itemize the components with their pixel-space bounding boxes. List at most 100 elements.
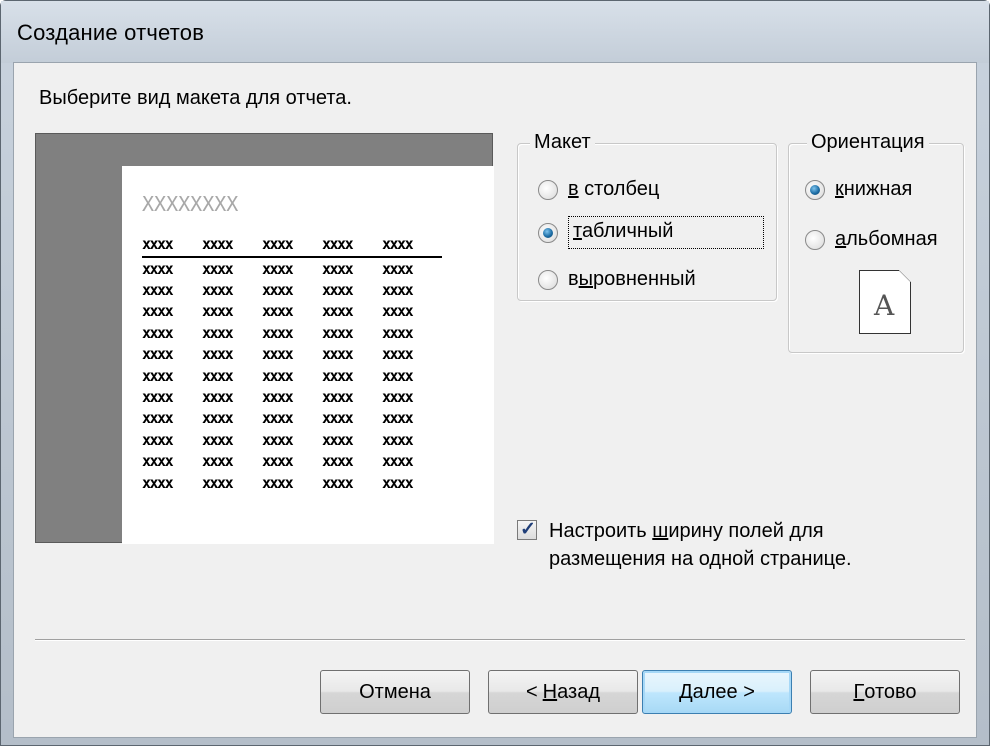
- preview-cell: xxxx: [322, 259, 354, 278]
- preview-row: xxxx xxxx xxxx xxxx xxxx: [142, 279, 442, 300]
- preview-cell: xxxx: [142, 323, 174, 342]
- radio-tabular[interactable]: табличный: [538, 216, 765, 249]
- preview-header-cell: xxxx: [262, 235, 294, 253]
- report-wizard-window: Создание отчетов Выберите вид макета для…: [0, 0, 990, 746]
- preview-cell: xxxx: [142, 452, 174, 471]
- preview-cell: xxxx: [382, 345, 414, 364]
- preview-cell: xxxx: [262, 473, 294, 492]
- fit-width-checkbox-row[interactable]: ✓ Настроить ширину полей для размещения …: [517, 517, 909, 573]
- radio-button-selected[interactable]: [538, 222, 558, 243]
- preview-cell: xxxx: [322, 281, 354, 300]
- preview-cell: xxxx: [322, 430, 354, 449]
- window-title: Создание отчетов: [17, 20, 205, 45]
- radio-justified[interactable]: выровненный: [538, 268, 696, 291]
- preview-cell: xxxx: [382, 281, 414, 300]
- fit-width-checkbox[interactable]: ✓: [517, 519, 537, 540]
- preview-page: XXXXXXXX xxxx xxxx xxxx xxxx xxxx xxxx xxxx xx…: [122, 166, 494, 544]
- preview-cell: xxxx: [322, 366, 354, 385]
- finish-button[interactable]: Готово: [810, 670, 960, 714]
- radio-landscape[interactable]: альбомная: [805, 228, 938, 251]
- preview-cell: xxxx: [322, 323, 354, 342]
- portrait-page-icon: A: [859, 270, 911, 334]
- preview-cell: xxxx: [142, 345, 174, 364]
- radio-portrait[interactable]: книжная: [805, 178, 912, 201]
- preview-cell: xxxx: [202, 473, 234, 492]
- next-button[interactable]: Далее >: [642, 670, 792, 714]
- preview-row: xxxx xxxx xxxx xxxx xxxx: [142, 301, 442, 322]
- preview-cell: xxxx: [262, 323, 294, 342]
- layout-groupbox: Макет в столбец табличный выровненный: [517, 131, 777, 301]
- preview-cell: xxxx: [202, 430, 234, 449]
- orientation-groupbox: Ориентация книжная альбомная A: [788, 131, 964, 353]
- preview-cell: xxxx: [382, 302, 414, 321]
- preview-cell: xxxx: [202, 281, 234, 300]
- preview-cell: xxxx: [382, 259, 414, 278]
- preview-header-cell: xxxx: [322, 235, 354, 253]
- preview-cell: xxxx: [262, 366, 294, 385]
- preview-cell: xxxx: [262, 388, 294, 407]
- radio-button-selected[interactable]: [805, 179, 825, 200]
- radio-label-portrait: книжная: [835, 178, 913, 200]
- preview-row: xxxx xxxx xxxx xxxx xxxx: [142, 386, 442, 407]
- radio-label-landscape: альбомная: [835, 228, 938, 250]
- preview-cell: xxxx: [142, 302, 174, 321]
- preview-cell: xxxx: [382, 409, 414, 428]
- preview-cell: xxxx: [142, 259, 174, 278]
- preview-row: xxxx xxxx xxxx xxxx xxxx: [142, 451, 442, 472]
- preview-header-cell: xxxx: [142, 235, 174, 253]
- preview-title-placeholder: XXXXXXXX: [142, 192, 239, 216]
- preview-cell: xxxx: [142, 281, 174, 300]
- dialog-body: Выберите вид макета для отчета. XXXXXXXX…: [13, 62, 977, 738]
- preview-cell: xxxx: [202, 452, 234, 471]
- preview-cell: xxxx: [322, 409, 354, 428]
- preview-cell: xxxx: [142, 473, 174, 492]
- preview-header-cell: xxxx: [382, 235, 414, 253]
- preview-cell: xxxx: [322, 345, 354, 364]
- radio-label-columnar: в столбец: [568, 178, 660, 200]
- preview-cell: xxxx: [202, 409, 234, 428]
- preview-table: xxxx xxxx xxxx xxxx xxxx xxxx xxxx xxxx xxxx xxx…: [142, 234, 442, 493]
- instruction-text: Выберите вид макета для отчета.: [39, 87, 352, 109]
- preview-header-cell: xxxx: [202, 235, 234, 253]
- radio-label-justified: выровненный: [568, 268, 696, 290]
- layout-preview: XXXXXXXX xxxx xxxx xxxx xxxx xxxx xxxx xxxx xx…: [35, 133, 494, 544]
- preview-cell: xxxx: [202, 259, 234, 278]
- preview-row: xxxx xxxx xxxx xxxx xxxx: [142, 365, 442, 386]
- radio-columnar[interactable]: в столбец: [538, 178, 659, 201]
- preview-cell: xxxx: [262, 430, 294, 449]
- preview-cell: xxxx: [202, 302, 234, 321]
- preview-cell: xxxx: [142, 409, 174, 428]
- preview-cell: xxxx: [262, 259, 294, 278]
- title-bar[interactable]: Создание отчетов: [1, 1, 989, 63]
- preview-row: xxxx xxxx xxxx xxxx xxxx: [142, 472, 442, 493]
- preview-cell: xxxx: [382, 452, 414, 471]
- preview-cell: xxxx: [322, 452, 354, 471]
- separator: [35, 639, 965, 641]
- preview-row: xxxx xxxx xxxx xxxx xxxx: [142, 344, 442, 365]
- radio-label-tabular: табличный: [568, 216, 765, 249]
- cancel-button[interactable]: Отмена: [320, 670, 470, 714]
- preview-cell: xxxx: [262, 302, 294, 321]
- radio-label-columnar-rest: столбец: [578, 178, 660, 200]
- preview-cell: xxxx: [322, 302, 354, 321]
- layout-group-legend: Макет: [530, 131, 595, 154]
- radio-button[interactable]: [805, 229, 825, 250]
- preview-header-row: xxxx xxxx xxxx xxxx xxxx: [142, 234, 442, 258]
- preview-cell: xxxx: [202, 388, 234, 407]
- back-button[interactable]: < Назад: [488, 670, 638, 714]
- preview-row: xxxx xxxx xxxx xxxx xxxx: [142, 429, 442, 450]
- preview-cell: xxxx: [262, 452, 294, 471]
- preview-row: xxxx xxxx xxxx xxxx xxxx: [142, 322, 442, 343]
- preview-cell: xxxx: [142, 430, 174, 449]
- preview-cell: xxxx: [202, 345, 234, 364]
- radio-button[interactable]: [538, 179, 558, 200]
- preview-cell: xxxx: [142, 366, 174, 385]
- checkmark-icon: ✓: [520, 519, 536, 540]
- preview-cell: xxxx: [202, 366, 234, 385]
- preview-row: xxxx xxxx xxxx xxxx xxxx: [142, 408, 442, 429]
- radio-button[interactable]: [538, 269, 558, 290]
- preview-cell: xxxx: [262, 345, 294, 364]
- preview-cell: xxxx: [322, 473, 354, 492]
- preview-cell: xxxx: [382, 473, 414, 492]
- preview-cell: xxxx: [202, 323, 234, 342]
